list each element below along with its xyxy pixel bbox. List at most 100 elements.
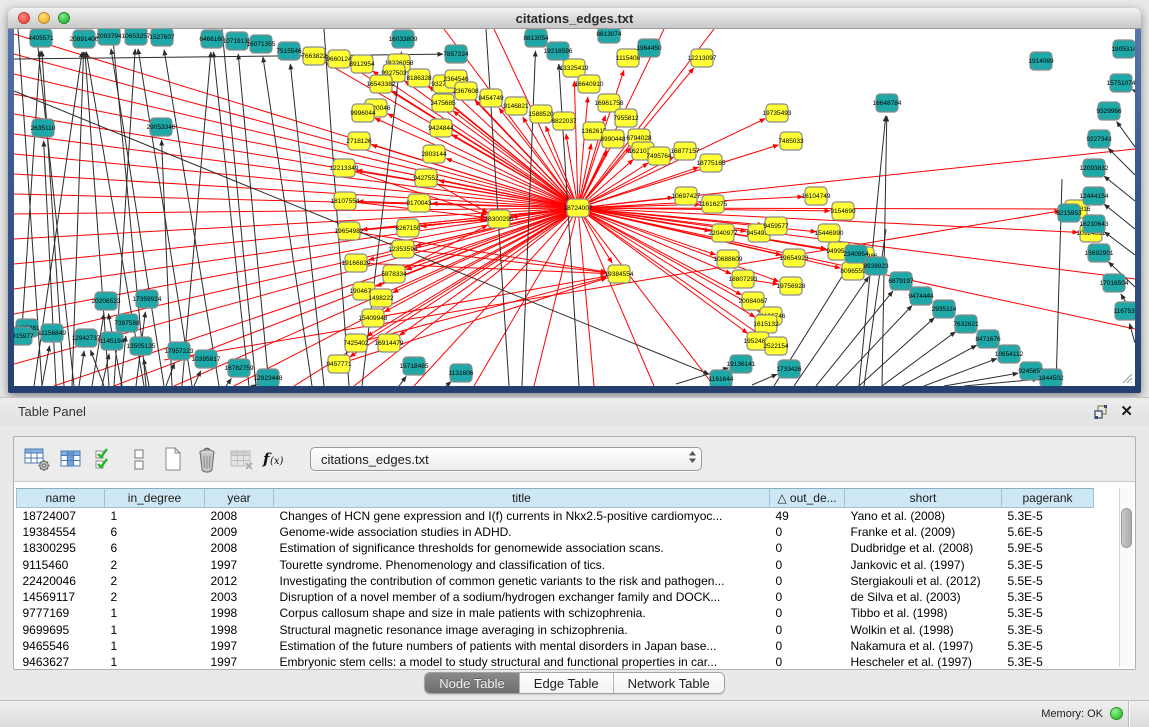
graph-node[interactable]: 9170043 [406, 194, 432, 212]
graph-node[interactable]: 1498222 [368, 289, 394, 307]
table-cell[interactable]: 6 [105, 540, 205, 556]
graph-node[interactable]: 19756928 [777, 277, 806, 295]
table-cell[interactable]: Tibbo et al. (1998) [845, 605, 1002, 621]
graph-node[interactable]: 4405571 [28, 29, 54, 47]
graph-node[interactable]: 6466160 [199, 30, 225, 48]
table-row[interactable]: 977716911998Corpus callosum shape and si… [17, 605, 1094, 621]
graph-node[interactable]: 2522154 [763, 337, 789, 355]
memory-ok-indicator-icon[interactable] [1110, 707, 1123, 720]
scrollbar-thumb[interactable] [1121, 508, 1132, 548]
table-cell[interactable]: 5.9E-5 [1002, 540, 1094, 556]
table-cell[interactable]: 0 [770, 573, 845, 589]
graph-node[interactable]: 1527607 [149, 29, 175, 46]
table-cell[interactable]: Stergiakouli et al. (2012) [845, 573, 1002, 589]
graph-node[interactable]: 1167533 [1114, 302, 1135, 320]
graph-node[interactable]: 16210643 [1080, 215, 1109, 233]
table-row[interactable]: 1872400712008Changes of HCN gene express… [17, 508, 1094, 524]
table-cell[interactable]: 2 [105, 573, 205, 589]
table-cell[interactable]: Corpus callosum shape and size in male p… [274, 605, 770, 621]
graph-node[interactable]: 9424844 [428, 119, 454, 137]
graph-node[interactable]: 2803144 [421, 145, 447, 163]
table-row[interactable]: 1456911722003Disruption of a novel membe… [17, 589, 1094, 605]
table-row[interactable]: 1938455462009Genome-wide association stu… [17, 524, 1094, 540]
graph-node[interactable]: 29053346 [147, 118, 176, 136]
graph-node[interactable]: 19654982 [335, 222, 364, 240]
window-resize-grip[interactable] [1121, 372, 1133, 384]
table-row[interactable]: 911546021997Tourette syndrome. Phenomeno… [17, 556, 1094, 572]
graph-node[interactable]: 11616275 [699, 195, 728, 213]
graph-node[interactable]: 7425402 [343, 334, 369, 352]
table-cell[interactable]: Dudbridge et al. (2008) [845, 540, 1002, 556]
graph-node[interactable]: 8990448 [600, 130, 626, 148]
table-cell[interactable]: 0 [770, 654, 845, 670]
graph-node[interactable]: 8938923 [863, 257, 889, 275]
graph-node[interactable]: 16071355 [247, 35, 276, 53]
graph-node[interactable]: 12444154 [1080, 187, 1109, 205]
graph-node[interactable]: 6879197 [888, 272, 914, 290]
graph-node[interactable]: 15692901 [1085, 244, 1114, 262]
table-cell[interactable]: Hescheler et al. (1997) [845, 654, 1002, 670]
graph-node[interactable]: 13505135 [127, 337, 156, 355]
table-cell[interactable]: 1998 [205, 622, 274, 638]
table-cell[interactable]: Changes of HCN gene expression and I(f) … [274, 508, 770, 524]
table-cell[interactable]: 2 [105, 589, 205, 605]
tab-network-table[interactable]: Network Table [614, 673, 724, 693]
column-header-title[interactable]: title [274, 489, 770, 508]
table-cell[interactable]: 0 [770, 524, 845, 540]
graph-node[interactable]: 15409948 [359, 309, 388, 327]
graph-node[interactable]: 16104749 [802, 187, 831, 205]
graph-node[interactable]: 9459577 [763, 217, 789, 235]
graph-node[interactable]: 3475685 [430, 94, 456, 112]
graph-node[interactable]: 10653257 [122, 29, 151, 45]
graph-node[interactable]: 13325419 [560, 59, 589, 77]
graph-node[interactable]: 19136141 [727, 355, 756, 373]
table-cell[interactable]: 0 [770, 589, 845, 605]
graph-node[interactable]: 7495764 [646, 147, 672, 165]
graph-node[interactable]: 17359924 [133, 290, 162, 308]
table-vertical-scrollbar[interactable] [1119, 488, 1133, 667]
graph-node[interactable]: 7857224 [443, 45, 469, 63]
table-select-dropdown[interactable]: citations_edges.txt [310, 447, 702, 471]
graph-node[interactable]: 16543382 [367, 75, 396, 93]
graph-node[interactable]: 1615132 [753, 315, 779, 333]
table-cell[interactable]: 6 [105, 524, 205, 540]
graph-node[interactable]: 1161644 [709, 370, 734, 386]
graph-node[interactable]: 20891406 [70, 30, 99, 48]
table-cell[interactable]: Investigating the contribution of common… [274, 573, 770, 589]
graph-node[interactable]: 7663822 [301, 47, 327, 65]
graph-node[interactable]: 1905314 [1111, 40, 1135, 58]
graph-node[interactable]: 9474444 [908, 287, 934, 305]
graph-node[interactable]: 15718485 [400, 357, 429, 375]
graph-node[interactable]: 12213097 [688, 49, 717, 67]
tab-edge-table[interactable]: Edge Table [520, 673, 614, 693]
graph-node[interactable]: 9227343 [1086, 130, 1112, 148]
graph-node[interactable]: 1588520 [528, 105, 554, 123]
table-cell[interactable]: 5.5E-5 [1002, 573, 1094, 589]
table-row[interactable]: 946554611997Estimation of the future num… [17, 638, 1094, 654]
table-cell[interactable]: 5.3E-5 [1002, 638, 1094, 654]
graph-node[interactable]: 8822037 [551, 112, 577, 130]
table-cell[interactable]: 1 [105, 654, 205, 670]
network-canvas[interactable]: 1872400776638229660124891295418226058992… [14, 29, 1135, 386]
graph-node[interactable]: 9154690 [830, 202, 856, 220]
table-cell[interactable]: 49 [770, 508, 845, 524]
graph-node[interactable]: 7485033 [778, 132, 804, 150]
new-column-icon[interactable] [158, 445, 188, 473]
table-cell[interactable]: 19384554 [17, 524, 105, 540]
graph-node[interactable]: 19166829 [342, 254, 371, 272]
graph-node[interactable]: 10697427 [672, 187, 701, 205]
table-cell[interactable]: 2 [105, 556, 205, 572]
table-cell[interactable]: 1997 [205, 654, 274, 670]
graph-node[interactable]: 1964450 [636, 39, 662, 57]
graph-node[interactable]: 8813054 [523, 29, 549, 47]
function-builder-icon[interactable]: f(x) [260, 445, 290, 473]
graph-node[interactable]: 12093832 [1080, 159, 1109, 177]
graph-node[interactable]: 9660124 [326, 50, 352, 68]
graph-node[interactable]: 8912954 [349, 55, 375, 73]
graph-node[interactable]: 1733426 [776, 360, 802, 378]
graph-node[interactable]: 1844502 [1038, 369, 1064, 386]
table-cell[interactable]: 1 [105, 605, 205, 621]
column-header-pagerank[interactable]: pagerank [1002, 489, 1094, 508]
graph-node[interactable]: 18807293 [729, 270, 758, 288]
graph-node[interactable]: 8186328 [406, 69, 432, 87]
